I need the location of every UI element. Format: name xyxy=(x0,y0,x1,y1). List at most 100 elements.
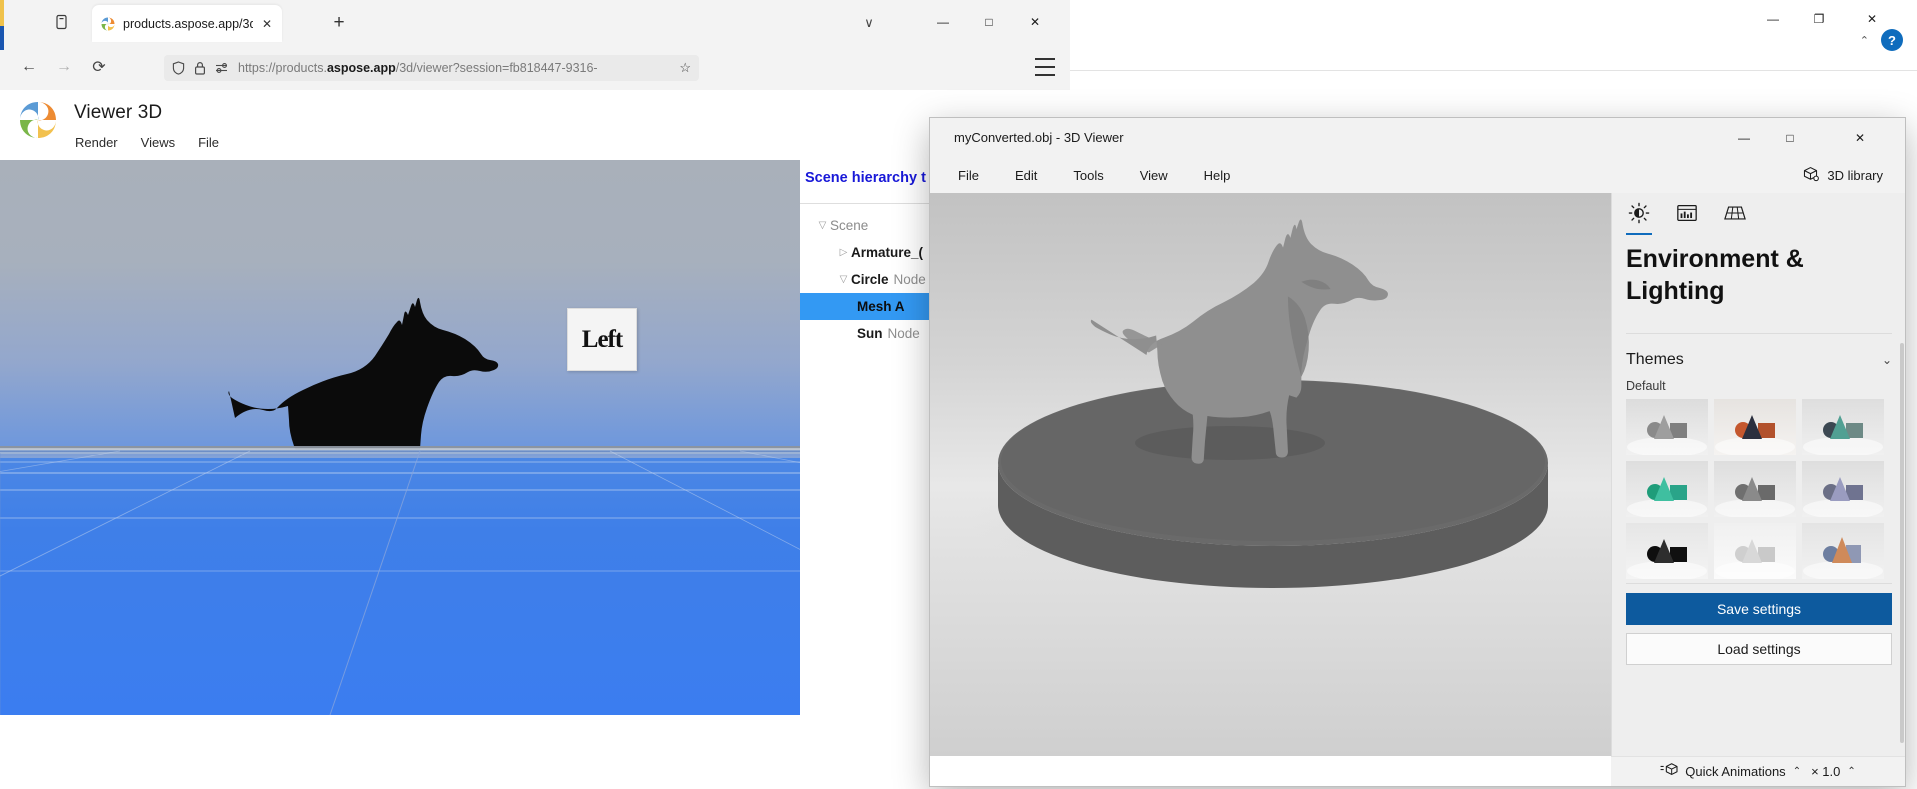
themes-section-header[interactable]: Themes ⌄ xyxy=(1626,345,1892,375)
load-settings-button[interactable]: Load settings xyxy=(1626,633,1892,665)
theme-swatch[interactable] xyxy=(1626,523,1708,579)
browser-minimize-button[interactable]: — xyxy=(920,0,966,44)
view-cube-label: Left xyxy=(581,325,623,353)
chevron-up-icon[interactable]: ⌃ xyxy=(1847,766,1855,777)
viewer-titlebar: myConverted.obj - 3D Viewer — □ ✕ xyxy=(930,118,1905,157)
pane-heading: Environment & Lighting xyxy=(1626,245,1804,305)
3d-viewer-window: myConverted.obj - 3D Viewer — □ ✕ File E… xyxy=(930,118,1905,786)
viewer-menu-edit[interactable]: Edit xyxy=(997,163,1055,188)
browser-tab[interactable]: products.aspose.app/3d/viewer ✕ xyxy=(92,5,282,42)
grid-floor-icon xyxy=(1724,204,1746,227)
help-icon[interactable]: ? xyxy=(1881,29,1903,51)
theme-swatch[interactable] xyxy=(1802,523,1884,579)
chevron-up-icon[interactable]: ⌃ xyxy=(1793,766,1801,777)
scene-hierarchy-title: Scene hierarchy t xyxy=(805,170,926,186)
viewer-menu-items: File Edit Tools View Help xyxy=(930,163,1248,188)
pane-divider-1 xyxy=(1626,333,1892,334)
viewer-menu-view[interactable]: View xyxy=(1122,163,1186,188)
web-3d-viewport[interactable]: Left xyxy=(0,160,800,715)
tab-title: products.aspose.app/3d/viewer xyxy=(123,16,253,31)
reload-icon[interactable]: ⟳ xyxy=(84,52,114,82)
background-restore-button[interactable]: ❐ xyxy=(1796,0,1842,37)
viewer-settings-pane: Environment & Lighting Themes ⌄ Default xyxy=(1611,193,1905,756)
viewer-close-button[interactable]: ✕ xyxy=(1837,118,1883,157)
browser-navigation-bar: ← → ⟳ https://products.aspose.app/3d/vie… xyxy=(0,44,1070,90)
hamburger-menu-icon[interactable] xyxy=(1035,58,1055,76)
theme-preview-grey xyxy=(1714,461,1796,517)
tab-list-icon[interactable] xyxy=(48,10,74,34)
page-title: Viewer 3D xyxy=(74,102,163,123)
viewport-model-silhouette xyxy=(228,297,499,450)
twisty-icon[interactable]: ▽ xyxy=(836,274,851,285)
viewer-menu-tools[interactable]: Tools xyxy=(1055,163,1121,188)
address-bar[interactable]: https://products.aspose.app/3d/viewer?se… xyxy=(164,55,699,81)
permissions-icon[interactable] xyxy=(215,62,229,74)
theme-preview-lavender xyxy=(1802,461,1884,517)
3d-library-label: 3D library xyxy=(1827,168,1883,183)
tab-backdrop[interactable] xyxy=(1674,200,1700,230)
viewer-menubar: File Edit Tools View Help 3D library xyxy=(930,157,1905,193)
theme-preview-default xyxy=(1626,399,1708,455)
theme-swatch[interactable] xyxy=(1802,461,1884,517)
viewer-menu-help[interactable]: Help xyxy=(1186,163,1249,188)
lock-icon[interactable] xyxy=(194,61,206,75)
theme-swatch[interactable] xyxy=(1714,523,1796,579)
theme-swatch[interactable] xyxy=(1802,399,1884,455)
chevron-up-icon[interactable]: ⌃ xyxy=(1860,34,1869,47)
tree-node-type: Node xyxy=(887,326,920,341)
menu-item-views[interactable]: Views xyxy=(141,135,175,150)
theme-swatch[interactable] xyxy=(1714,461,1796,517)
browser-close-button[interactable]: ✕ xyxy=(1012,0,1058,44)
chevron-down-icon[interactable]: ∨ xyxy=(855,10,883,36)
forward-arrow-icon[interactable]: → xyxy=(49,52,79,82)
sun-lighting-icon xyxy=(1628,202,1650,229)
playback-speed-value: × 1.0 xyxy=(1811,764,1841,779)
viewer-canvas-footer xyxy=(930,756,1611,786)
themes-label: Themes xyxy=(1626,351,1684,368)
tree-node-label: Sun xyxy=(857,326,883,341)
tab-strip: products.aspose.app/3d/viewer ✕ + ∨ — □ … xyxy=(0,0,1070,44)
viewer-maximize-button[interactable]: □ xyxy=(1767,118,1813,157)
bookmark-star-icon[interactable]: ☆ xyxy=(679,60,691,76)
tab-environment-lighting[interactable] xyxy=(1626,200,1652,235)
save-settings-button[interactable]: Save settings xyxy=(1626,593,1892,625)
pane-divider-2 xyxy=(1626,583,1892,584)
chevron-down-icon[interactable]: ⌄ xyxy=(1882,353,1892,367)
menu-item-render[interactable]: Render xyxy=(75,135,118,150)
aspose-logo-icon xyxy=(100,16,116,32)
tab-close-icon[interactable]: ✕ xyxy=(260,17,274,31)
theme-swatch[interactable] xyxy=(1714,399,1796,455)
theme-preview-emerald xyxy=(1626,461,1708,517)
twisty-icon[interactable]: ▽ xyxy=(815,220,830,231)
viewer-menu-file[interactable]: File xyxy=(940,163,997,188)
themes-group-label: Default xyxy=(1626,379,1666,393)
tab-floor-grid[interactable] xyxy=(1722,200,1748,230)
theme-grid xyxy=(1626,399,1884,579)
tree-node-label: Mesh A xyxy=(857,299,905,314)
theme-preview-teal xyxy=(1802,399,1884,455)
viewport-grid xyxy=(0,449,800,715)
playback-speed-control[interactable]: × 1.0 ⌃ xyxy=(1811,764,1856,779)
theme-swatch[interactable] xyxy=(1626,399,1708,455)
viewer-minimize-button[interactable]: — xyxy=(1721,118,1767,157)
viewer-3d-canvas[interactable] xyxy=(930,193,1611,756)
twisty-icon[interactable]: ▷ xyxy=(836,247,851,258)
viewer-window-title: myConverted.obj - 3D Viewer xyxy=(954,130,1124,145)
browser-maximize-button[interactable]: □ xyxy=(966,0,1012,44)
menu-item-file[interactable]: File xyxy=(198,135,219,150)
new-tab-button[interactable]: + xyxy=(325,10,353,36)
view-cube[interactable]: Left xyxy=(567,308,637,371)
pane-tab-strip xyxy=(1612,193,1906,237)
page-header: Viewer 3D Render Views File xyxy=(0,90,1070,163)
viewer-model-render xyxy=(930,193,1611,756)
tree-node-label: Scene xyxy=(830,218,869,233)
background-minimize-button[interactable]: — xyxy=(1750,0,1796,37)
shield-icon[interactable] xyxy=(172,61,185,75)
theme-swatch[interactable] xyxy=(1626,461,1708,517)
quick-animations-control[interactable]: Quick Animations ⌃ xyxy=(1660,762,1801,781)
back-arrow-icon[interactable]: ← xyxy=(14,52,44,82)
pane-scrollbar[interactable] xyxy=(1900,343,1904,743)
3d-cube-icon xyxy=(1801,165,1820,187)
browser-window: products.aspose.app/3d/viewer ✕ + ∨ — □ … xyxy=(0,0,1070,789)
3d-library-button[interactable]: 3D library xyxy=(1793,162,1891,189)
